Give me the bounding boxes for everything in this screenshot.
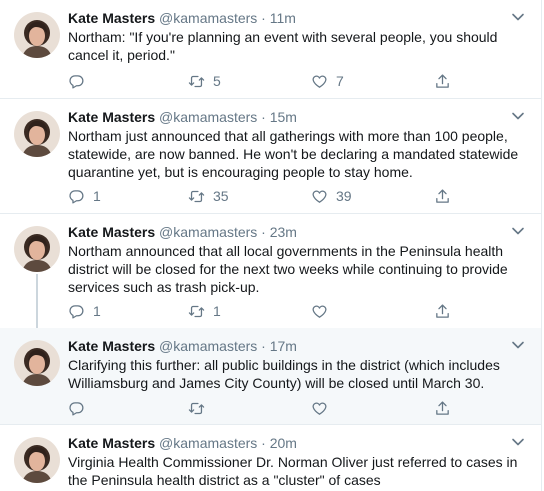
tweet-actions: 5 7 xyxy=(68,71,468,91)
reply-icon xyxy=(68,400,85,417)
author-name[interactable]: Kate Masters xyxy=(68,435,155,451)
separator-dot: · xyxy=(261,109,266,125)
share-icon xyxy=(434,73,451,90)
tweet[interactable]: Kate Masters @kamamasters · 17m Clarifyi… xyxy=(0,328,542,425)
tweet-header: Kate Masters @kamamasters · 23m xyxy=(68,223,297,241)
tweet-actions xyxy=(68,398,468,418)
heart-icon xyxy=(311,400,328,417)
tweet-header: Kate Masters @kamamasters · 20m xyxy=(68,434,297,452)
reply-icon xyxy=(68,303,85,320)
reply-icon xyxy=(68,188,85,205)
tweet-text: Virginia Health Commissioner Dr. Norman … xyxy=(68,454,518,488)
heart-icon xyxy=(311,303,328,320)
tweet[interactable]: Kate Masters @kamamasters · 15m Northam … xyxy=(0,99,542,214)
tweet-feed: Kate Masters @kamamasters · 11m Northam:… xyxy=(0,0,544,491)
like-count: 7 xyxy=(336,73,344,89)
share-button[interactable] xyxy=(434,301,451,321)
retweet-button[interactable]: 5 xyxy=(188,71,221,91)
separator-dot: · xyxy=(261,435,266,451)
retweet-button[interactable] xyxy=(188,398,213,418)
avatar[interactable] xyxy=(14,111,60,157)
separator-dot: · xyxy=(261,10,266,26)
reply-icon xyxy=(68,73,85,90)
author-handle[interactable]: @kamamasters xyxy=(159,10,257,26)
tweet-text: Clarifying this further: all public buil… xyxy=(68,357,500,391)
heart-icon xyxy=(311,73,328,90)
like-button[interactable]: 39 xyxy=(311,186,352,206)
chevron-down-icon[interactable] xyxy=(511,109,525,123)
chevron-down-icon[interactable] xyxy=(511,224,525,238)
timestamp[interactable]: 20m xyxy=(270,435,297,451)
share-button[interactable] xyxy=(434,186,451,206)
tweet[interactable]: Kate Masters @kamamasters · 23m Northam … xyxy=(0,214,542,328)
retweet-icon xyxy=(188,303,205,320)
reply-button[interactable]: 1 xyxy=(68,301,101,321)
author-handle[interactable]: @kamamasters xyxy=(159,338,257,354)
chevron-down-icon[interactable] xyxy=(511,435,525,449)
tweet-header: Kate Masters @kamamasters · 15m xyxy=(68,108,297,126)
share-icon xyxy=(434,188,451,205)
reply-button[interactable] xyxy=(68,71,93,91)
reply-count: 1 xyxy=(93,188,101,204)
thread-connector xyxy=(36,274,38,328)
share-icon xyxy=(434,303,451,320)
avatar[interactable] xyxy=(14,226,60,272)
retweet-icon xyxy=(188,400,205,417)
retweet-count: 5 xyxy=(213,73,221,89)
timestamp[interactable]: 15m xyxy=(270,109,297,125)
tweet-text: Northam announced that all local governm… xyxy=(68,243,508,295)
like-button[interactable]: 7 xyxy=(311,71,344,91)
author-name[interactable]: Kate Masters xyxy=(68,10,155,26)
tweet-header: Kate Masters @kamamasters · 11m xyxy=(68,9,296,27)
like-button[interactable] xyxy=(311,398,336,418)
avatar[interactable] xyxy=(14,340,60,386)
like-button[interactable] xyxy=(311,301,336,321)
share-button[interactable] xyxy=(434,71,451,91)
separator-dot: · xyxy=(261,338,266,354)
retweet-button[interactable]: 35 xyxy=(188,186,229,206)
avatar[interactable] xyxy=(14,437,60,483)
author-name[interactable]: Kate Masters xyxy=(68,224,155,240)
tweet-text: Northam: "If you're planning an event wi… xyxy=(68,29,498,63)
heart-icon xyxy=(311,188,328,205)
timestamp[interactable]: 17m xyxy=(270,338,297,354)
tweet-header: Kate Masters @kamamasters · 17m xyxy=(68,337,297,355)
share-icon xyxy=(434,400,451,417)
tweet[interactable]: Kate Masters @kamamasters · 11m Northam:… xyxy=(0,0,542,99)
author-handle[interactable]: @kamamasters xyxy=(159,109,257,125)
author-name[interactable]: Kate Masters xyxy=(68,109,155,125)
chevron-down-icon[interactable] xyxy=(511,338,525,352)
author-handle[interactable]: @kamamasters xyxy=(159,435,257,451)
retweet-button[interactable]: 1 xyxy=(188,301,221,321)
tweet-actions: 1 35 39 xyxy=(68,186,468,206)
retweet-icon xyxy=(188,188,205,205)
timestamp[interactable]: 11m xyxy=(270,10,296,26)
reply-count: 1 xyxy=(93,303,101,319)
like-count: 39 xyxy=(336,188,352,204)
author-handle[interactable]: @kamamasters xyxy=(159,224,257,240)
retweet-icon xyxy=(188,73,205,90)
avatar[interactable] xyxy=(14,12,60,58)
share-button[interactable] xyxy=(434,398,451,418)
reply-button[interactable] xyxy=(68,398,93,418)
timestamp[interactable]: 23m xyxy=(270,224,297,240)
tweet-actions: 1 1 xyxy=(68,301,468,321)
tweet[interactable]: Kate Masters @kamamasters · 20m Virginia… xyxy=(0,425,542,491)
author-name[interactable]: Kate Masters xyxy=(68,338,155,354)
separator-dot: · xyxy=(261,224,266,240)
retweet-count: 35 xyxy=(213,188,229,204)
chevron-down-icon[interactable] xyxy=(511,10,525,24)
retweet-count: 1 xyxy=(213,303,221,319)
reply-button[interactable]: 1 xyxy=(68,186,101,206)
tweet-text: Northam just announced that all gatherin… xyxy=(68,128,519,180)
